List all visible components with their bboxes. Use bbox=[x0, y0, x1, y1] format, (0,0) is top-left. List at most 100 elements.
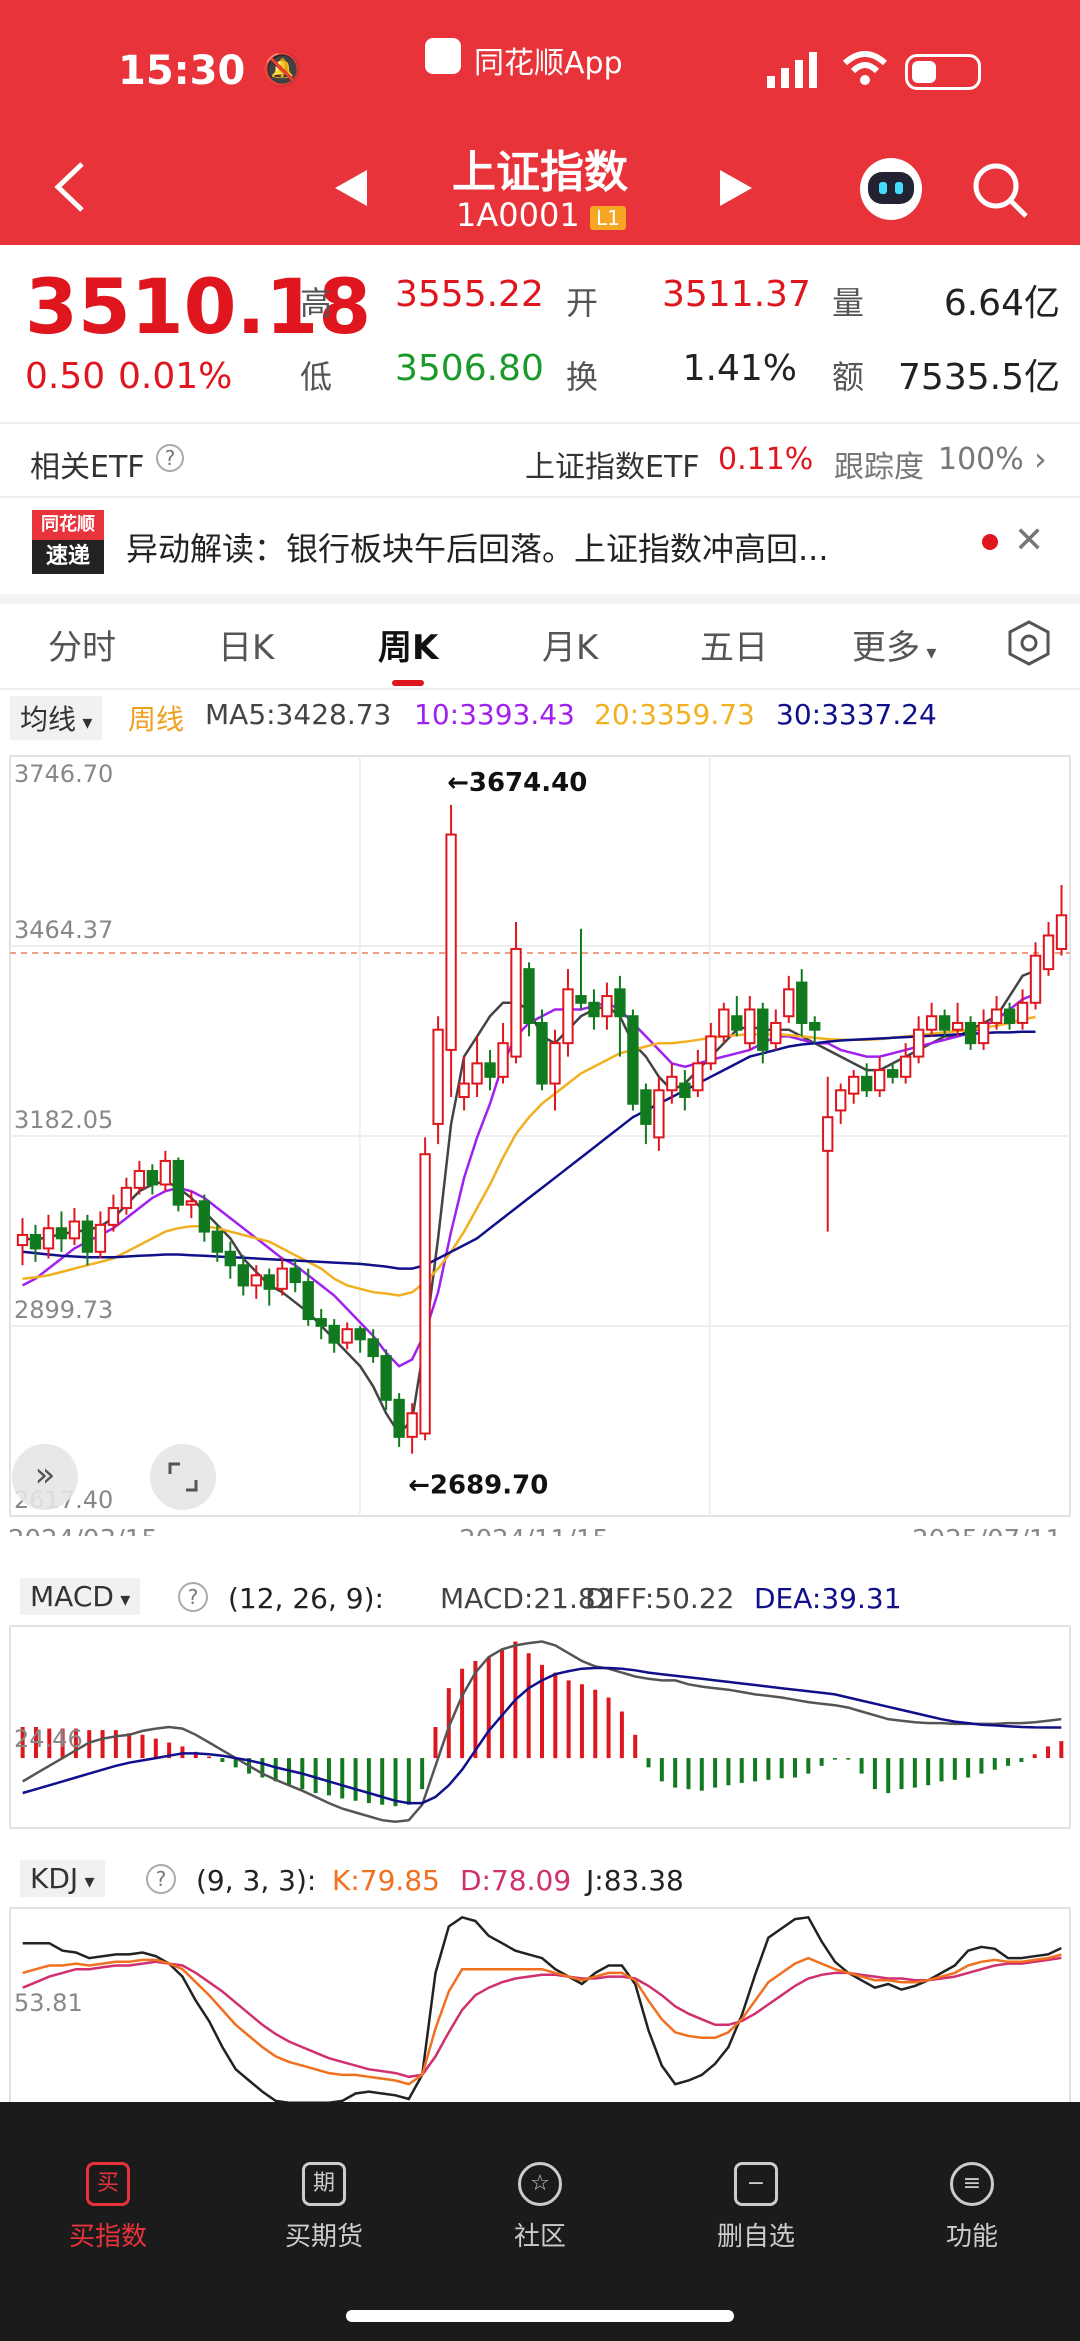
x-tick-label: 2024/11/15 bbox=[459, 1525, 609, 1536]
app-name: 同花顺App bbox=[474, 46, 623, 81]
candle bbox=[276, 1267, 288, 1290]
header: 15:30 🔕 同花顺App 上证指数 1A0001 L1 bbox=[0, 0, 1080, 245]
candle bbox=[510, 947, 522, 1058]
candle bbox=[731, 1015, 743, 1031]
remove-watchlist-icon: − bbox=[734, 2162, 778, 2206]
active-tab-indicator bbox=[392, 680, 424, 686]
tab-five-day[interactable]: 五日 bbox=[700, 620, 768, 669]
candle bbox=[718, 1008, 730, 1038]
candle bbox=[237, 1264, 249, 1287]
macd-dropdown[interactable]: MACD ▾ bbox=[20, 1578, 141, 1615]
candle bbox=[315, 1318, 327, 1327]
stock-code: 1A0001 bbox=[456, 196, 580, 234]
candle bbox=[912, 1028, 925, 1058]
candle bbox=[250, 1274, 262, 1287]
candle bbox=[770, 1021, 782, 1045]
unread-dot bbox=[982, 534, 998, 550]
nav-community[interactable]: ☆ 社区 bbox=[480, 2162, 600, 2253]
status-time: 15:30 bbox=[118, 48, 246, 94]
ma-period: 周线 bbox=[128, 703, 185, 736]
chart-frame bbox=[9, 1907, 1071, 2113]
macd-chart[interactable]: 24.46 bbox=[0, 1620, 1080, 1830]
nav-label: 社区 bbox=[513, 2222, 566, 2252]
candle bbox=[925, 1015, 938, 1031]
d-line bbox=[22, 1956, 1062, 2079]
open-label: 开 bbox=[566, 284, 599, 322]
candle bbox=[406, 1412, 418, 1438]
community-icon: ☆ bbox=[518, 2162, 562, 2206]
candle bbox=[614, 988, 626, 1018]
kline-chart[interactable]: 3746.703464.373182.052899.732617.402024/… bbox=[0, 736, 1080, 1536]
kdj-params: (9, 3, 3): bbox=[196, 1864, 317, 1897]
candle bbox=[679, 1082, 691, 1099]
news-text[interactable]: 异动解读：银行板块午后回落。上证指数冲高回... bbox=[126, 524, 829, 570]
help-icon[interactable]: ? bbox=[178, 1582, 208, 1612]
etf-name[interactable]: 上证指数ETF bbox=[525, 442, 700, 486]
search-icon[interactable] bbox=[970, 160, 1030, 224]
nav-remove-watchlist[interactable]: − 删自选 bbox=[696, 2162, 816, 2253]
tab-monthly-k[interactable]: 月K bbox=[542, 620, 598, 669]
k-value: K:79.85 bbox=[332, 1864, 440, 1897]
ma-dropdown[interactable]: 均线 ▾ bbox=[10, 696, 103, 740]
ma-dropdown-label: 均线 bbox=[20, 703, 77, 736]
macd-dropdown-label: MACD bbox=[30, 1580, 114, 1613]
diff-value: DIFF:50.22 bbox=[585, 1582, 735, 1615]
nav-buy-index[interactable]: 买 买指数 bbox=[48, 2162, 168, 2253]
candle bbox=[484, 1062, 496, 1078]
tab-weekly-k[interactable]: 周K bbox=[378, 620, 438, 669]
candle bbox=[16, 1233, 29, 1247]
fullscreen-icon[interactable] bbox=[150, 1444, 216, 1510]
expand-left-icon[interactable]: » bbox=[12, 1444, 78, 1510]
candle bbox=[120, 1186, 133, 1210]
candle bbox=[263, 1274, 275, 1290]
close-icon[interactable]: ✕ bbox=[1014, 520, 1044, 561]
tab-more-label: 更多 bbox=[852, 628, 920, 668]
news-logo-bottom: 速递 bbox=[32, 540, 104, 574]
help-icon[interactable]: ? bbox=[146, 1864, 176, 1894]
settings-icon[interactable] bbox=[1006, 620, 1052, 670]
robot-assistant-icon[interactable] bbox=[860, 158, 922, 220]
turnover-value: 1.41% bbox=[682, 348, 797, 389]
candle bbox=[757, 1008, 769, 1051]
next-stock-icon[interactable] bbox=[718, 170, 752, 210]
y-tick-label: 3464.37 bbox=[14, 916, 113, 944]
candle bbox=[341, 1328, 353, 1344]
candle bbox=[562, 988, 574, 1045]
candle bbox=[977, 1021, 990, 1045]
candle bbox=[172, 1159, 185, 1206]
candle bbox=[861, 1075, 873, 1092]
chevron-right-icon[interactable]: › bbox=[1034, 440, 1047, 478]
help-icon[interactable]: ? bbox=[156, 444, 184, 472]
candle bbox=[367, 1338, 379, 1358]
candle bbox=[1055, 914, 1068, 950]
wifi-icon bbox=[840, 48, 890, 92]
nav-functions[interactable]: ≡ 功能 bbox=[912, 2162, 1032, 2253]
x-tick-label: 2025/07/11 bbox=[912, 1525, 1062, 1536]
candle bbox=[94, 1223, 107, 1253]
y-tick-label: 53.81 bbox=[14, 1989, 83, 2017]
kdj-chart[interactable]: 53.81 bbox=[0, 1902, 1080, 2114]
bottom-nav: 买 买指数 期 买期货 ☆ 社区 − 删自选 ≡ 功能 bbox=[0, 2102, 1080, 2341]
dea-value: DEA:39.31 bbox=[754, 1582, 902, 1615]
candle bbox=[1029, 954, 1042, 1004]
futures-icon: 期 bbox=[302, 2162, 346, 2206]
tab-more[interactable]: 更多 ▾ bbox=[852, 620, 936, 669]
tab-intraday[interactable]: 分时 bbox=[48, 620, 116, 669]
turnover-label: 换 bbox=[566, 358, 599, 396]
open-value: 3511.37 bbox=[662, 274, 811, 315]
candle bbox=[185, 1200, 198, 1206]
candle bbox=[848, 1075, 860, 1095]
candle bbox=[81, 1220, 94, 1253]
macd-params: (12, 26, 9): bbox=[228, 1582, 384, 1615]
tab-daily-k[interactable]: 日K bbox=[218, 620, 274, 669]
nav-buy-futures[interactable]: 期 买期货 bbox=[264, 2162, 384, 2253]
j-value: J:83.38 bbox=[586, 1864, 684, 1897]
candle bbox=[809, 1021, 821, 1031]
candle bbox=[29, 1233, 42, 1250]
ma5-value: MA5:3428.73 bbox=[205, 698, 392, 731]
amount-value: 7535.5亿 bbox=[898, 357, 1060, 398]
kdj-dropdown[interactable]: KDJ ▾ bbox=[20, 1860, 105, 1897]
caret-down-icon: ▾ bbox=[113, 1587, 131, 1611]
candle bbox=[55, 1227, 68, 1240]
home-indicator bbox=[346, 2310, 734, 2322]
